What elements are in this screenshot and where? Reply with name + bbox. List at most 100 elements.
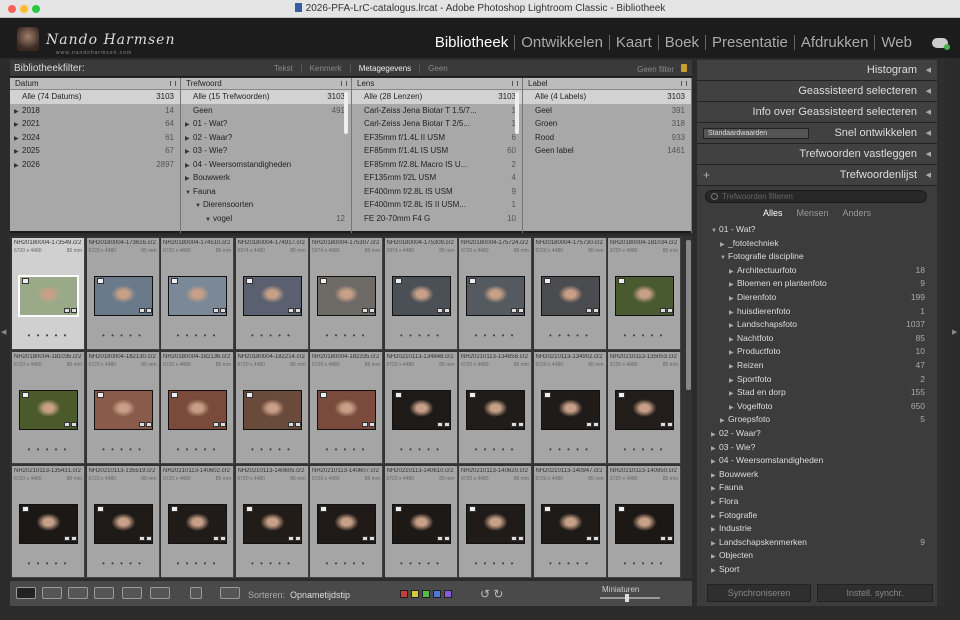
disclosure-closed-icon[interactable]: ▶	[185, 160, 193, 172]
keyword-row[interactable]: ▼ 01 - Wat?	[697, 223, 937, 237]
rating-dots[interactable]: • • • • •	[459, 331, 531, 340]
keyword-badge-icon[interactable]	[213, 536, 219, 541]
edit-badge-icon[interactable]	[171, 392, 178, 398]
keyword-badge-icon[interactable]	[436, 308, 443, 313]
disclosure-closed-icon[interactable]: ▶	[185, 119, 193, 131]
thumbnail-size-slider[interactable]	[600, 594, 660, 602]
metadata-row[interactable]: Rood 933	[523, 131, 691, 145]
rating-dots[interactable]: • • • • •	[534, 445, 606, 454]
disclosure-closed-icon[interactable]: ▶	[14, 106, 22, 118]
metadata-row[interactable]: ▶ 2024 61	[10, 131, 180, 145]
develop-badge-icon[interactable]	[294, 308, 301, 313]
keyword-row[interactable]: ▶ Architectuurfoto 18	[697, 264, 937, 278]
grid-view-button[interactable]	[16, 587, 36, 599]
grid-cell[interactable]: NH20180004-175307.cr2 5974 x 4480 85 mm • •…	[310, 238, 383, 350]
color-label-filter[interactable]	[400, 590, 408, 598]
edit-badge-icon[interactable]	[320, 506, 327, 512]
disclosure-closed-icon[interactable]: ▶	[14, 160, 22, 172]
edit-badge-icon[interactable]	[96, 392, 104, 398]
rating-dots[interactable]: • • • • •	[12, 331, 84, 340]
develop-badge-icon[interactable]	[369, 308, 375, 313]
module-presentatie[interactable]: Presentatie	[706, 35, 795, 50]
rating-dots[interactable]: • • • • •	[12, 445, 84, 454]
metadata-row[interactable]: EF35mm f/1.4L II USM 6	[352, 131, 522, 145]
develop-badge-icon[interactable]	[443, 536, 450, 541]
keyword-badge-icon[interactable]	[138, 422, 145, 427]
keyword-badge-icon[interactable]	[511, 536, 517, 541]
keyword-row[interactable]: ▶ Bloemen en plantenfoto 9	[697, 277, 937, 291]
keyword-badge-icon[interactable]	[511, 308, 517, 313]
grid-cell[interactable]: NH20210113-140950.cr2 6720 x 4480 85 mm • •…	[608, 466, 681, 578]
edit-badge-icon[interactable]	[171, 506, 178, 512]
rating-dots[interactable]: • • • • •	[385, 445, 457, 454]
metadata-row[interactable]: Alle (74 Datums) 3103	[10, 90, 180, 104]
metadata-row[interactable]: EF400mm f/2.8L IS II USM... 1	[352, 198, 522, 212]
grid-cell[interactable]: NH20210113-135519.cr2 6720 x 4480 85 mm • •…	[86, 466, 160, 578]
develop-badge-icon[interactable]	[369, 422, 375, 427]
keyword-search-input[interactable]: Trefwoorden filteren	[705, 190, 927, 203]
keyword-badge-icon[interactable]	[362, 422, 368, 427]
color-label-filter[interactable]	[444, 590, 452, 598]
develop-badge-icon[interactable]	[145, 422, 152, 427]
rating-dots[interactable]: • • • • •	[161, 445, 233, 454]
loupe-view-button[interactable]	[42, 587, 62, 599]
keyword-row[interactable]: ▶ Landschapsfoto 1037	[697, 318, 937, 332]
metadata-row[interactable]: ▼ Fauna	[181, 185, 351, 199]
sync-settings-button[interactable]: Instell. synchr.	[817, 584, 933, 602]
edit-badge-icon[interactable]	[22, 506, 29, 512]
color-label-filter[interactable]	[422, 590, 430, 598]
rating-dots[interactable]: • • • • •	[87, 559, 159, 568]
keyword-badge-icon[interactable]	[138, 536, 145, 541]
keyword-row[interactable]: ▶ Dierenfoto 199	[697, 291, 937, 305]
metadata-row[interactable]: ▶ 2026 2897	[10, 158, 180, 172]
rating-dots[interactable]: • • • • •	[310, 559, 382, 568]
keyword-badge-icon[interactable]	[213, 422, 219, 427]
grid-cell[interactable]: NH20180004-175730.cr2 6720 x 4480 85 mm • •…	[533, 238, 607, 350]
slideshow-button[interactable]	[150, 587, 170, 599]
disclosure-closed-icon[interactable]: ▶	[185, 146, 193, 158]
metadata-row[interactable]: EF85mm f/2.8L Macro IS U... 2	[352, 158, 522, 172]
keyword-row[interactable]: ▶ Objecten	[697, 549, 937, 563]
keyword-badge-icon[interactable]	[436, 422, 443, 427]
metadata-row[interactable]: Alle (15 Trefwoorden) 3103	[181, 90, 351, 104]
develop-badge-icon[interactable]	[71, 422, 77, 427]
keyword-badge-icon[interactable]	[660, 536, 666, 541]
metadata-row[interactable]: EF135mm f/2L USM 4	[352, 171, 522, 185]
edit-badge-icon[interactable]	[469, 392, 476, 398]
grid-scrollbar[interactable]	[686, 240, 691, 390]
filter-tab-geen[interactable]: Geen	[420, 64, 456, 73]
filter-tab-kenmerk[interactable]: Kenmerk	[302, 64, 351, 73]
rating-dots[interactable]: • • • • •	[12, 559, 84, 568]
keyword-row[interactable]: ▶ Sport	[697, 563, 937, 577]
metadata-row[interactable]: Geel 391	[523, 104, 691, 118]
module-ontwikkelen[interactable]: Ontwikkelen	[515, 35, 610, 50]
column-scrollbar[interactable]	[344, 92, 348, 134]
develop-badge-icon[interactable]	[518, 308, 524, 313]
panel-keyword-list[interactable]: + Trefwoordenlijst	[697, 165, 937, 186]
develop-badge-icon[interactable]	[145, 308, 152, 313]
filter-preset-dropdown[interactable]: Geen filter	[637, 65, 674, 74]
metadata-row[interactable]: Alle (28 Lenzen) 3103	[352, 90, 522, 104]
disclosure-closed-icon[interactable]: ▶	[185, 173, 193, 185]
metadata-row[interactable]: ▶ 04 - Weersomstandigheden	[181, 158, 351, 172]
keyword-badge-icon[interactable]	[287, 308, 294, 313]
rating-dots[interactable]: • • • • •	[310, 445, 382, 454]
grid-cell[interactable]: NH20180004-174917.cr2 5974 x 4480 85 mm • •…	[235, 238, 309, 350]
metadata-row[interactable]: ▶ Bouwwerk	[181, 171, 351, 185]
module-boek[interactable]: Boek	[659, 35, 706, 50]
compare-view-button[interactable]	[68, 587, 88, 599]
synchronize-button[interactable]: Synchroniseren	[707, 584, 811, 602]
rating-dots[interactable]: • • • • •	[161, 331, 233, 340]
rating-dots[interactable]: • • • • •	[310, 331, 382, 340]
metadata-row[interactable]: Carl-Zeiss Jena Biotar T 1.5/7... 1	[352, 104, 522, 118]
edit-badge-icon[interactable]	[543, 278, 551, 284]
keyword-row[interactable]: ▶ Landschapskenmerken 9	[697, 536, 937, 550]
add-keyword-icon[interactable]: +	[703, 165, 710, 186]
grid-cell[interactable]: NH20210113-140602.cr2 6720 x 4480 85 mm • •…	[161, 466, 234, 578]
sort-dropdown[interactable]: Opnametijdstip	[290, 590, 350, 600]
filter-tab-tekst[interactable]: Tekst	[266, 64, 302, 73]
keyword-tab-mensen[interactable]: Mensen	[789, 208, 835, 218]
keyword-row[interactable]: ▶ _fototechniek	[697, 237, 937, 251]
develop-badge-icon[interactable]	[592, 536, 599, 541]
keyword-row[interactable]: ▶ 04 - Weersomstandigheden	[697, 454, 937, 468]
